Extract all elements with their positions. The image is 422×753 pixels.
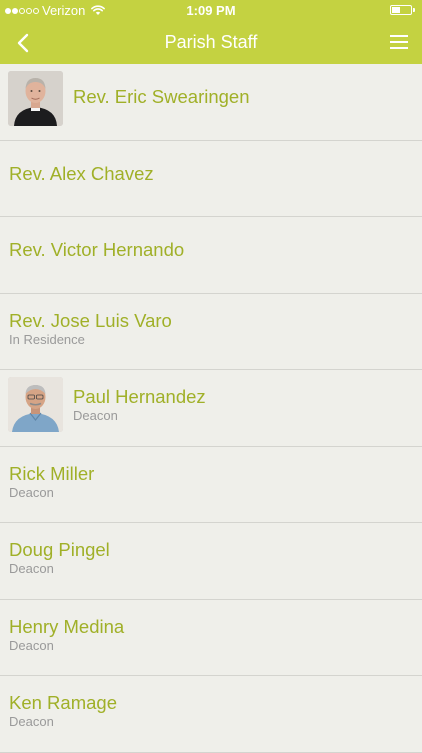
staff-list: Rev. Eric Swearingen Rev. Alex Chavez Re… bbox=[0, 64, 422, 753]
battery-level bbox=[392, 7, 400, 13]
staff-text: Doug Pingel Deacon bbox=[9, 539, 110, 576]
nav-bar: Parish Staff bbox=[0, 21, 422, 64]
staff-row[interactable]: Rick Miller Deacon bbox=[0, 447, 422, 523]
staff-role: Deacon bbox=[9, 484, 54, 500]
staff-name: Rev. Victor Hernando bbox=[9, 239, 185, 260]
staff-row[interactable]: Doug Pingel Deacon bbox=[0, 523, 422, 600]
staff-role: Deacon bbox=[9, 561, 54, 576]
status-time: 1:09 PM bbox=[186, 3, 236, 18]
deacon-portrait-image bbox=[8, 377, 63, 432]
staff-text: Rev. Alex Chavez bbox=[9, 163, 154, 185]
staff-name: Doug Pingel bbox=[9, 539, 110, 560]
staff-role: Deacon bbox=[9, 637, 54, 653]
battery-icon bbox=[390, 5, 415, 15]
staff-text: Rev. Eric Swearingen bbox=[73, 86, 250, 108]
staff-name: Rev. Eric Swearingen bbox=[73, 86, 250, 107]
staff-text: Ken Ramage Deacon bbox=[9, 692, 117, 729]
staff-role: Deacon bbox=[9, 714, 54, 729]
priest-portrait-image bbox=[8, 71, 63, 126]
staff-text: Rev. Victor Hernando bbox=[9, 239, 184, 261]
staff-row[interactable]: Ken Ramage Deacon bbox=[0, 676, 422, 753]
staff-text: Rev. Jose Luis Varo In Residence bbox=[9, 310, 172, 347]
staff-row[interactable]: Paul Hernandez Deacon bbox=[0, 370, 422, 447]
staff-row[interactable]: Rev. Eric Swearingen bbox=[0, 64, 422, 141]
staff-row[interactable]: Henry Medina Deacon bbox=[0, 600, 422, 676]
staff-name: Henry Medina bbox=[9, 615, 125, 637]
battery-tip bbox=[413, 8, 415, 12]
staff-name: Ken Ramage bbox=[9, 692, 117, 713]
page-title: Parish Staff bbox=[164, 32, 258, 52]
staff-name: Paul Hernandez bbox=[73, 386, 206, 407]
staff-row[interactable]: Rev. Alex Chavez bbox=[0, 141, 422, 217]
staff-text: Rick Miller Deacon bbox=[9, 463, 94, 500]
staff-name: Rick Miller bbox=[9, 462, 95, 484]
staff-role: Deacon bbox=[73, 408, 118, 423]
staff-photo bbox=[8, 377, 63, 432]
staff-photo bbox=[8, 71, 63, 126]
staff-text: Henry Medina Deacon bbox=[9, 616, 124, 653]
hamburger-menu-icon bbox=[390, 35, 408, 49]
menu-button[interactable] bbox=[386, 29, 412, 55]
staff-name: Rev. Alex Chavez bbox=[9, 162, 154, 184]
staff-row[interactable]: Rev. Victor Hernando bbox=[0, 217, 422, 294]
staff-row[interactable]: Rev. Jose Luis Varo In Residence bbox=[0, 294, 422, 370]
staff-role: In Residence bbox=[9, 331, 85, 347]
staff-text: Paul Hernandez Deacon bbox=[73, 386, 206, 423]
status-bar: Verizon 1:09 PM bbox=[0, 0, 422, 21]
staff-name: Rev. Jose Luis Varo bbox=[9, 309, 172, 331]
